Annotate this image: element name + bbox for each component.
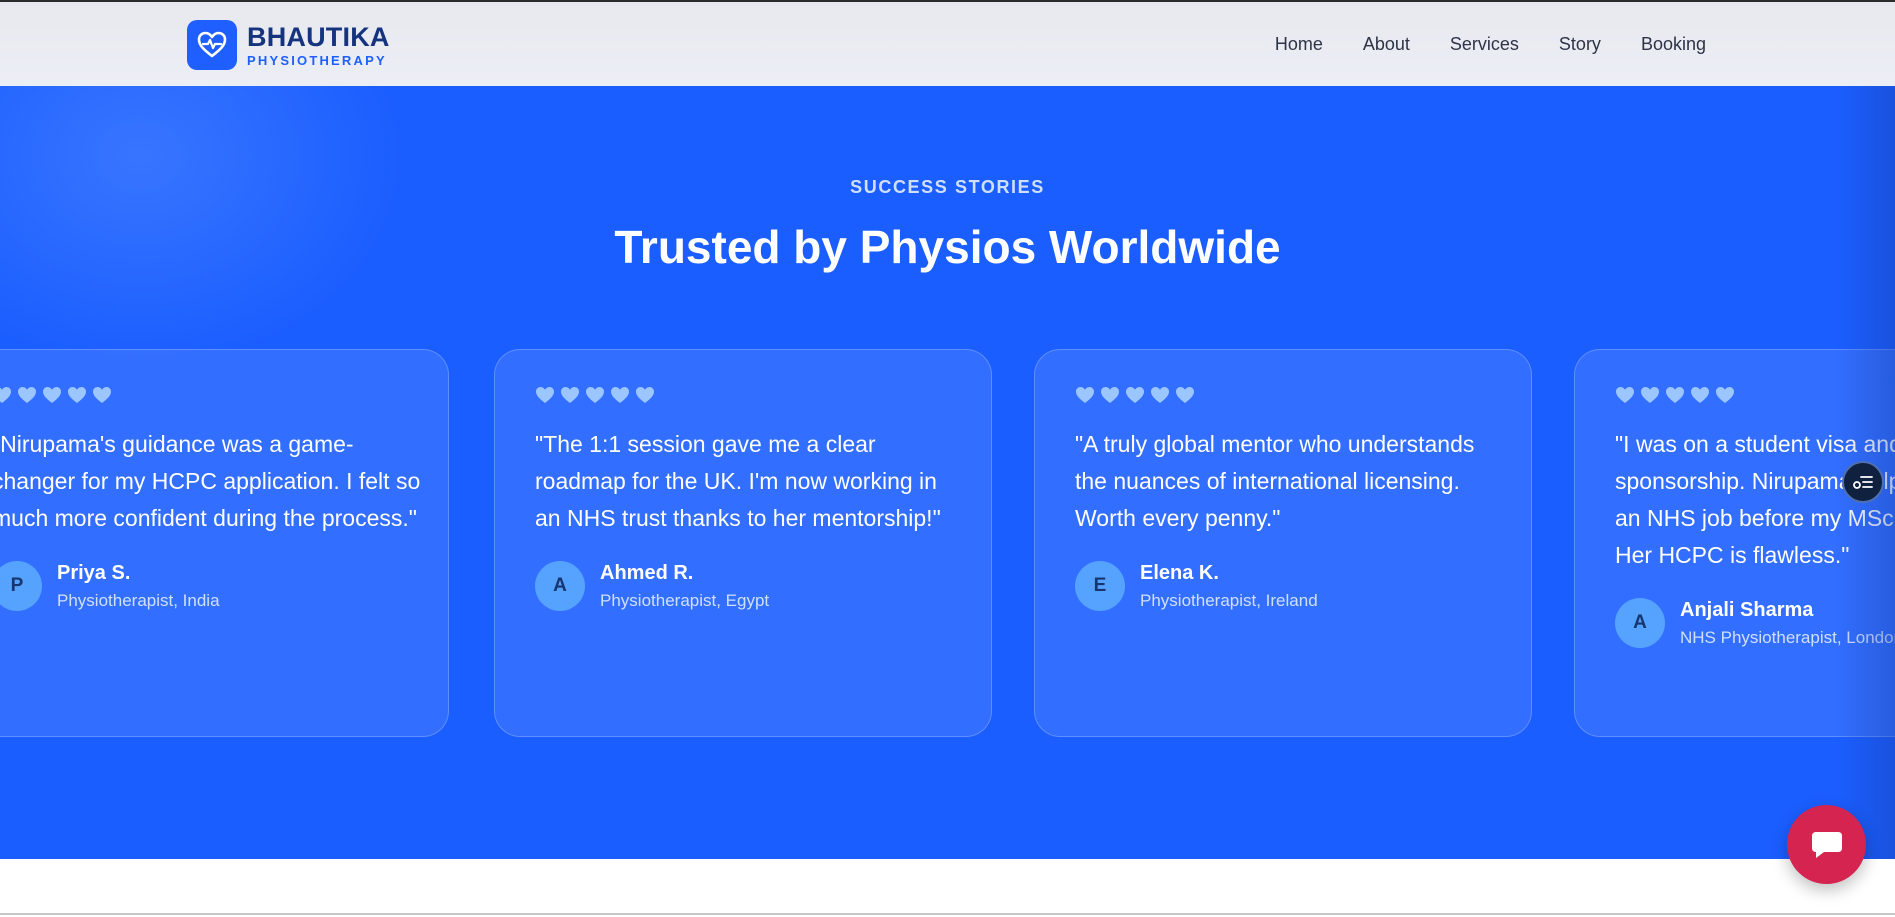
rating-hearts bbox=[1075, 384, 1531, 406]
nav-link-about[interactable]: About bbox=[1363, 34, 1410, 55]
testimonial-card-priya[interactable]: "Nirupama's guidance was a game-changer … bbox=[0, 349, 449, 737]
heart-pulse-icon bbox=[187, 20, 237, 70]
heart-icon bbox=[1715, 386, 1735, 404]
success-stories-section: SUCCESS STORIES Trusted by Physios World… bbox=[0, 86, 1895, 859]
heart-icon bbox=[1150, 386, 1170, 404]
heart-icon bbox=[610, 386, 630, 404]
main-nav: Home About Services Story Booking bbox=[1275, 34, 1706, 55]
nav-link-services[interactable]: Services bbox=[1450, 34, 1519, 55]
author-role: Physiotherapist, Egypt bbox=[600, 590, 770, 610]
heart-icon bbox=[92, 386, 112, 404]
section-title: Trusted by Physios Worldwide bbox=[614, 221, 1281, 273]
author-name: Priya S. bbox=[57, 561, 131, 584]
chat-bubble-icon[interactable] bbox=[1787, 805, 1866, 884]
heart-icon bbox=[1100, 386, 1120, 404]
author-name: Elena K. bbox=[1140, 561, 1219, 584]
heart-icon bbox=[585, 386, 605, 404]
rating-hearts bbox=[535, 384, 991, 406]
testimonial-author: P Priya S. Physiotherapist, India bbox=[0, 561, 448, 611]
brand-logo[interactable]: BHAUTIKA PHYSIOTHERAPY bbox=[187, 19, 390, 71]
section-eyebrow: SUCCESS STORIES bbox=[850, 177, 1045, 197]
heart-icon bbox=[635, 386, 655, 404]
heart-icon bbox=[1665, 386, 1685, 404]
avatar: A bbox=[535, 561, 585, 611]
testimonial-quote: "A truly global mentor who understands t… bbox=[1075, 431, 1475, 531]
avatar: A bbox=[1615, 598, 1665, 648]
testimonial-author: E Elena K. Physiotherapist, Ireland bbox=[1075, 561, 1531, 611]
nav-link-home[interactable]: Home bbox=[1275, 34, 1323, 55]
heart-icon bbox=[1615, 386, 1635, 404]
heart-icon bbox=[1640, 386, 1660, 404]
heart-icon bbox=[1175, 386, 1195, 404]
heart-icon bbox=[560, 386, 580, 404]
avatar: E bbox=[1075, 561, 1125, 611]
testimonial-quote: "The 1:1 session gave me a clear roadmap… bbox=[535, 431, 941, 531]
heart-icon bbox=[1690, 386, 1710, 404]
avatar: P bbox=[0, 561, 42, 611]
testimonial-card-elena[interactable]: "A truly global mentor who understands t… bbox=[1034, 349, 1532, 737]
heart-icon bbox=[17, 386, 37, 404]
heart-icon bbox=[0, 386, 12, 404]
page-bottom-divider bbox=[0, 913, 1895, 915]
heart-icon bbox=[535, 386, 555, 404]
heart-icon bbox=[1075, 386, 1095, 404]
brand-name: BHAUTIKA bbox=[247, 21, 390, 52]
heart-icon bbox=[1125, 386, 1145, 404]
site-header: BHAUTIKA PHYSIOTHERAPY Home About Servic… bbox=[0, 2, 1895, 87]
author-name: Ahmed R. bbox=[600, 561, 694, 584]
reader-mode-icon[interactable] bbox=[1842, 461, 1884, 503]
nav-link-story[interactable]: Story bbox=[1559, 34, 1601, 55]
heart-icon bbox=[42, 386, 62, 404]
nav-link-booking[interactable]: Booking bbox=[1641, 34, 1706, 55]
testimonial-author: A Ahmed R. Physiotherapist, Egypt bbox=[535, 561, 991, 611]
rating-hearts bbox=[0, 384, 448, 406]
heart-icon bbox=[67, 386, 87, 404]
testimonial-quote: "Nirupama's guidance was a game-changer … bbox=[0, 431, 421, 531]
testimonial-card-ahmed[interactable]: "The 1:1 session gave me a clear roadmap… bbox=[494, 349, 992, 737]
author-role: Physiotherapist, Ireland bbox=[1140, 590, 1318, 610]
author-role: Physiotherapist, India bbox=[57, 590, 220, 610]
brand-subtitle: PHYSIOTHERAPY bbox=[247, 52, 387, 68]
